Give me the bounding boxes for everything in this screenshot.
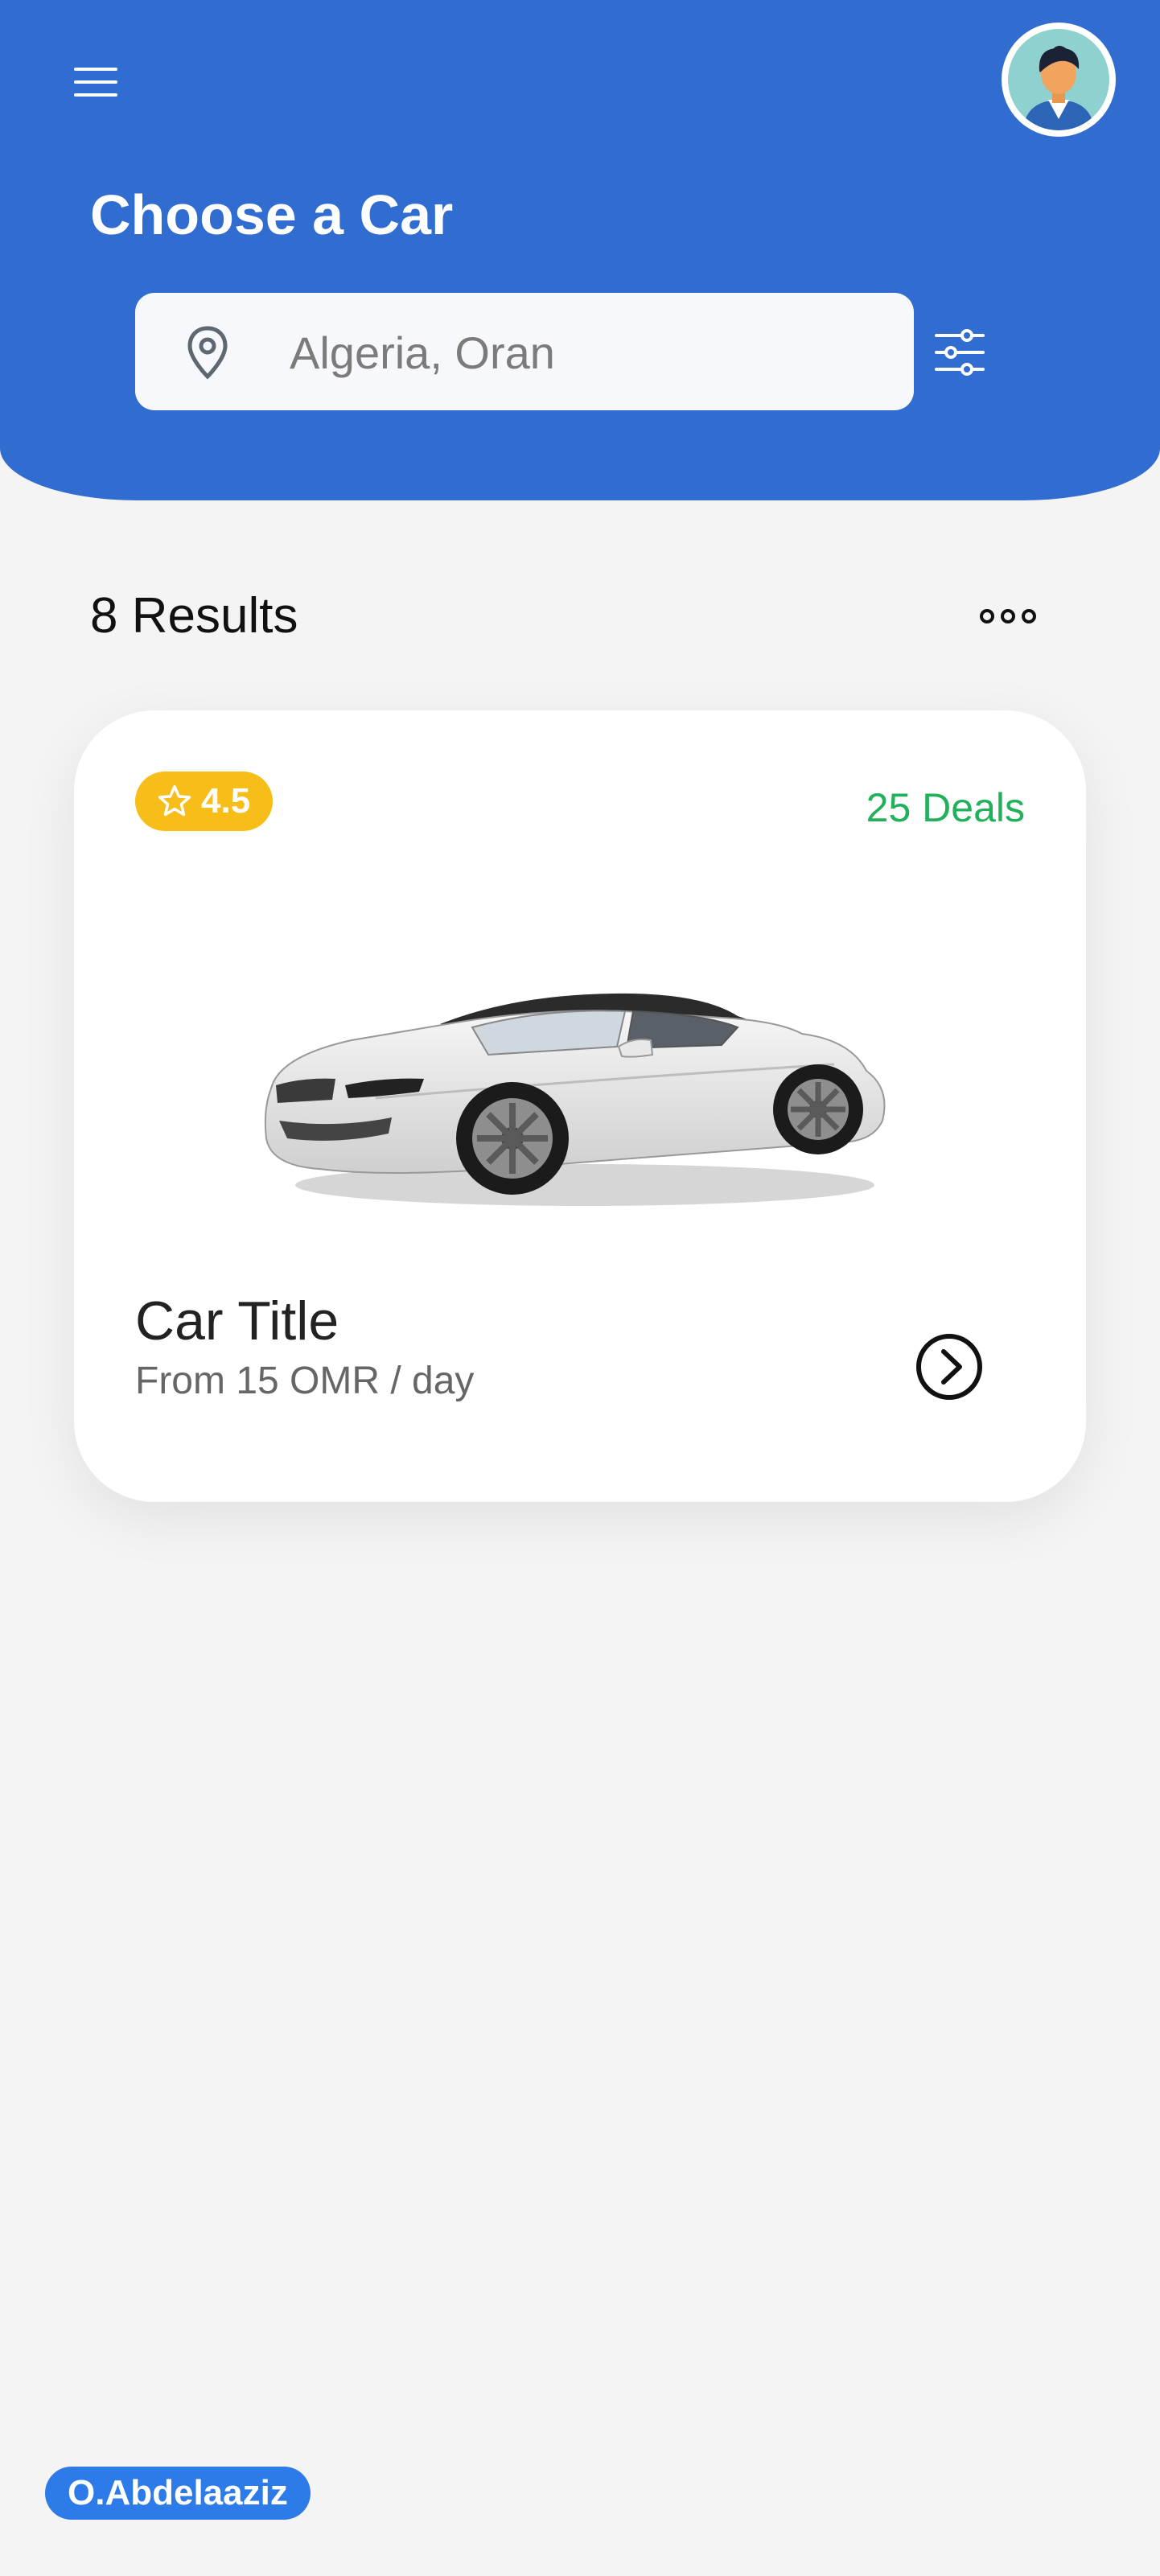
sliders-icon[interactable] bbox=[933, 326, 986, 379]
rating-badge: 4.5 bbox=[135, 772, 274, 831]
car-price: From 15 OMR / day bbox=[135, 1360, 475, 1402]
car-title: Car Title bbox=[135, 1290, 339, 1352]
user-avatar[interactable] bbox=[1002, 23, 1116, 137]
menu-line bbox=[74, 68, 117, 71]
deals-count: 25 Deals bbox=[866, 785, 1025, 830]
map-pin-icon bbox=[187, 326, 228, 380]
author-badge: O.Abdelaaziz bbox=[45, 2467, 311, 2520]
star-icon bbox=[158, 785, 191, 817]
chevron-right-circle-icon[interactable] bbox=[915, 1332, 984, 1401]
location-search-input[interactable] bbox=[288, 315, 886, 389]
avatar-illustration-icon bbox=[1008, 29, 1109, 130]
more-horizontal-icon[interactable] bbox=[977, 602, 1039, 631]
header: Choose a Car bbox=[0, 0, 1160, 500]
page-title: Choose a Car bbox=[90, 183, 454, 246]
search-bar[interactable] bbox=[135, 293, 914, 410]
menu-line bbox=[74, 93, 117, 97]
rating-value: 4.5 bbox=[201, 781, 251, 821]
results-count: 8 Results bbox=[90, 588, 298, 644]
menu-line bbox=[74, 80, 117, 84]
hamburger-menu-icon[interactable] bbox=[74, 64, 122, 100]
car-card[interactable]: 4.5 25 Deals Car Title From 15 OMR / day bbox=[74, 710, 1086, 1502]
app-screen: Choose a Car 8 Results 4.5 bbox=[0, 0, 1160, 2576]
car-image bbox=[264, 993, 886, 1206]
